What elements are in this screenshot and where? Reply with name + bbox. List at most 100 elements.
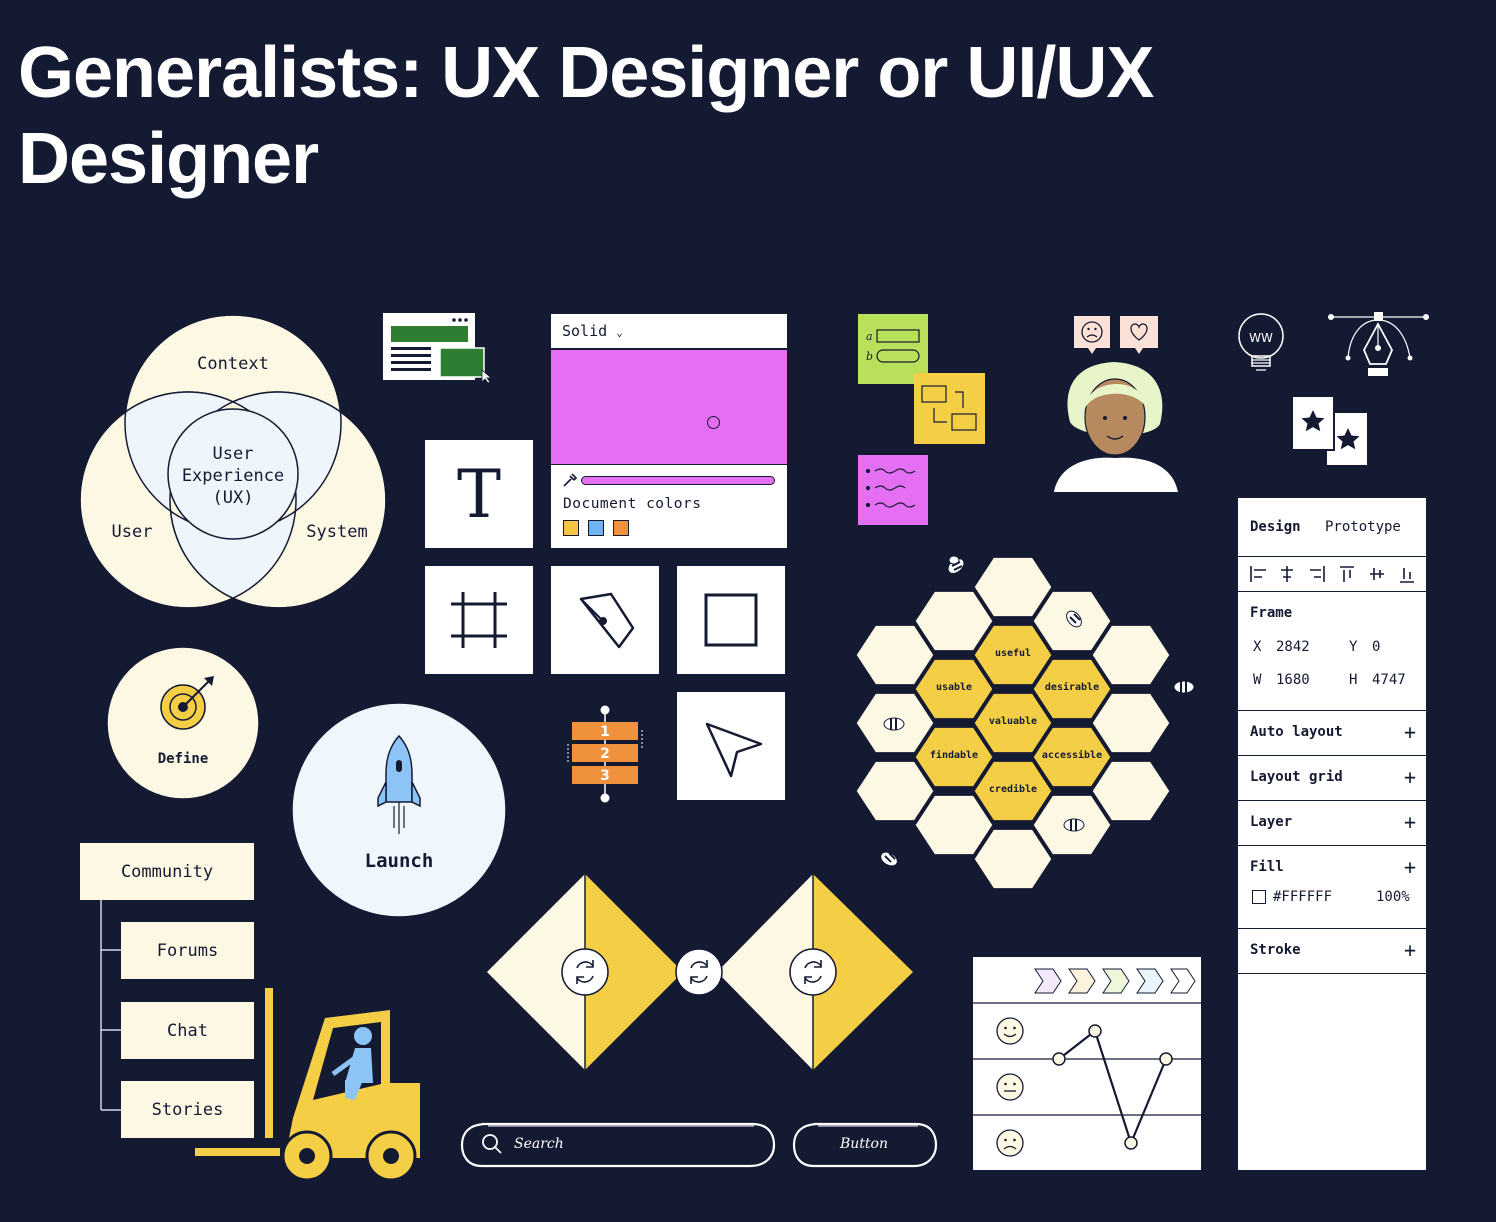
add-layer-plus-icon[interactable]: + (1404, 812, 1416, 832)
star-cards-icon (1291, 395, 1369, 467)
bee-icon (1063, 818, 1085, 832)
refresh-icon (561, 948, 609, 996)
sketch-search-bar[interactable]: Search (460, 1122, 776, 1168)
honeycomb-ux-qualities: useful usable desirable valuable findabl… (855, 555, 1195, 890)
mood-point (1124, 1136, 1138, 1150)
search-icon (482, 1134, 502, 1154)
layer-2-label: 2 (600, 746, 610, 762)
honeycomb-cell (855, 624, 935, 686)
layer-1-label: 1 (600, 724, 610, 740)
stroke-section-label: Stroke (1250, 942, 1301, 958)
bee-icon (947, 555, 965, 574)
y-label: Y (1349, 639, 1358, 655)
cursor-arrow-icon (705, 722, 763, 778)
layer-stack-icon: 1 2 3 (567, 705, 643, 803)
sad-face-icon (996, 1129, 1024, 1157)
define-circle: Define (106, 646, 260, 800)
sticky-note-label-b: b (866, 350, 873, 363)
alignment-toolbar (1250, 566, 1414, 583)
fill-opacity-value[interactable]: 100% (1376, 889, 1410, 905)
tree-root-community[interactable]: Community (80, 843, 254, 900)
hex-word-accessible: accessible (1042, 749, 1102, 761)
y-value-field[interactable]: 0 (1372, 639, 1380, 655)
honeycomb-cell (1091, 624, 1171, 686)
layer-3-label: 3 (600, 768, 610, 784)
align-center-horizontal-icon[interactable] (1281, 566, 1293, 582)
layout-grid-label: Layout grid (1250, 769, 1343, 785)
layer-section-label: Layer (1250, 814, 1293, 830)
fill-section-label: Fill (1250, 859, 1284, 875)
journey-map-svg (973, 968, 1201, 1157)
x-label: X (1253, 639, 1262, 655)
bee-icon (880, 851, 898, 867)
add-layout-grid-plus-icon[interactable]: + (1404, 767, 1416, 787)
eyedropper-icon[interactable] (562, 472, 578, 488)
fill-mode-label: Solid (562, 322, 608, 340)
bezier-pen-icon (1328, 312, 1429, 376)
fill-mode-dropdown[interactable]: Solid ⌄ (562, 322, 623, 340)
tab-prototype[interactable]: Prototype (1325, 519, 1401, 535)
doc-color-swatch-orange[interactable] (613, 520, 629, 536)
color-picker-handle[interactable] (707, 416, 720, 429)
honeycomb-cell (973, 828, 1053, 890)
tab-design[interactable]: Design (1250, 519, 1301, 535)
sketch-button[interactable]: Button (792, 1122, 938, 1168)
color-swatch-area[interactable] (551, 350, 787, 465)
forklift-illustration (195, 988, 420, 1180)
tree-item-forums[interactable]: Forums (121, 922, 254, 979)
add-stroke-plus-icon[interactable]: + (1404, 940, 1416, 960)
x-value-field[interactable]: 2842 (1276, 639, 1310, 655)
h-label: H (1349, 672, 1358, 688)
align-top-icon[interactable] (1340, 566, 1354, 582)
honeycomb-cell (914, 794, 994, 856)
venn-center-line-1: User (213, 444, 254, 464)
fill-hex-value[interactable]: #FFFFFF (1273, 889, 1332, 905)
mood-line (1058, 1029, 1168, 1147)
pen-tool-tile[interactable] (551, 566, 659, 674)
frame-section-label: Frame (1250, 605, 1293, 621)
align-center-vertical-icon[interactable] (1370, 568, 1384, 580)
hue-slider[interactable] (581, 476, 775, 485)
design-properties-panel: Design Prototype Frame X 2842 Y 0 W 1680… (1238, 498, 1426, 1170)
text-tool-tile[interactable]: T (425, 440, 533, 548)
journey-stage-arrows (1034, 968, 1196, 994)
tree-item-label: Forums (156, 940, 219, 961)
mood-point (1052, 1052, 1066, 1066)
lightbulb-icon: WW (1238, 313, 1284, 371)
refresh-icon (675, 948, 723, 996)
color-picker-panel: Solid ⌄ Document colors (551, 314, 787, 548)
fill-color-swatch[interactable] (1252, 890, 1266, 904)
frame-tool-tile[interactable] (425, 566, 533, 674)
sticky-note-yellow (914, 373, 985, 444)
tree-root-label: Community (120, 861, 214, 882)
bee-icon (883, 717, 905, 731)
persona-avatar (1054, 316, 1178, 492)
launch-label: Launch (365, 850, 434, 872)
align-left-icon[interactable] (1250, 566, 1266, 582)
hex-word-findable: findable (930, 749, 978, 761)
sketch-button-label: Button (839, 1136, 888, 1152)
rectangle-tool-tile[interactable] (677, 566, 785, 674)
refresh-icon (789, 948, 837, 996)
rectangle-icon (704, 593, 758, 647)
honeycomb-cell (973, 556, 1053, 618)
ux-venn-diagram: Context User System User Experience (UX) (79, 314, 387, 609)
w-value-field[interactable]: 1680 (1276, 672, 1310, 688)
h-value-field[interactable]: 4747 (1372, 672, 1406, 688)
doc-color-swatch-blue[interactable] (588, 520, 604, 536)
venn-center-line-2: Experience (182, 466, 284, 486)
align-bottom-icon[interactable] (1400, 568, 1414, 583)
lightbulb-filament-text: WW (1249, 331, 1273, 345)
align-right-icon[interactable] (1310, 566, 1325, 582)
honeycomb-cell (914, 590, 994, 652)
honeycomb-cell (855, 760, 935, 822)
pen-tool-icon (579, 592, 635, 649)
mood-point (1159, 1052, 1173, 1066)
move-tool-tile[interactable] (677, 692, 785, 800)
add-fill-plus-icon[interactable]: + (1404, 857, 1416, 877)
hex-word-useful: useful (995, 648, 1031, 659)
add-auto-layout-plus-icon[interactable]: + (1404, 722, 1416, 742)
hex-word-usable: usable (936, 682, 972, 693)
venn-label-user: User (112, 522, 153, 542)
doc-color-swatch-yellow[interactable] (563, 520, 579, 536)
